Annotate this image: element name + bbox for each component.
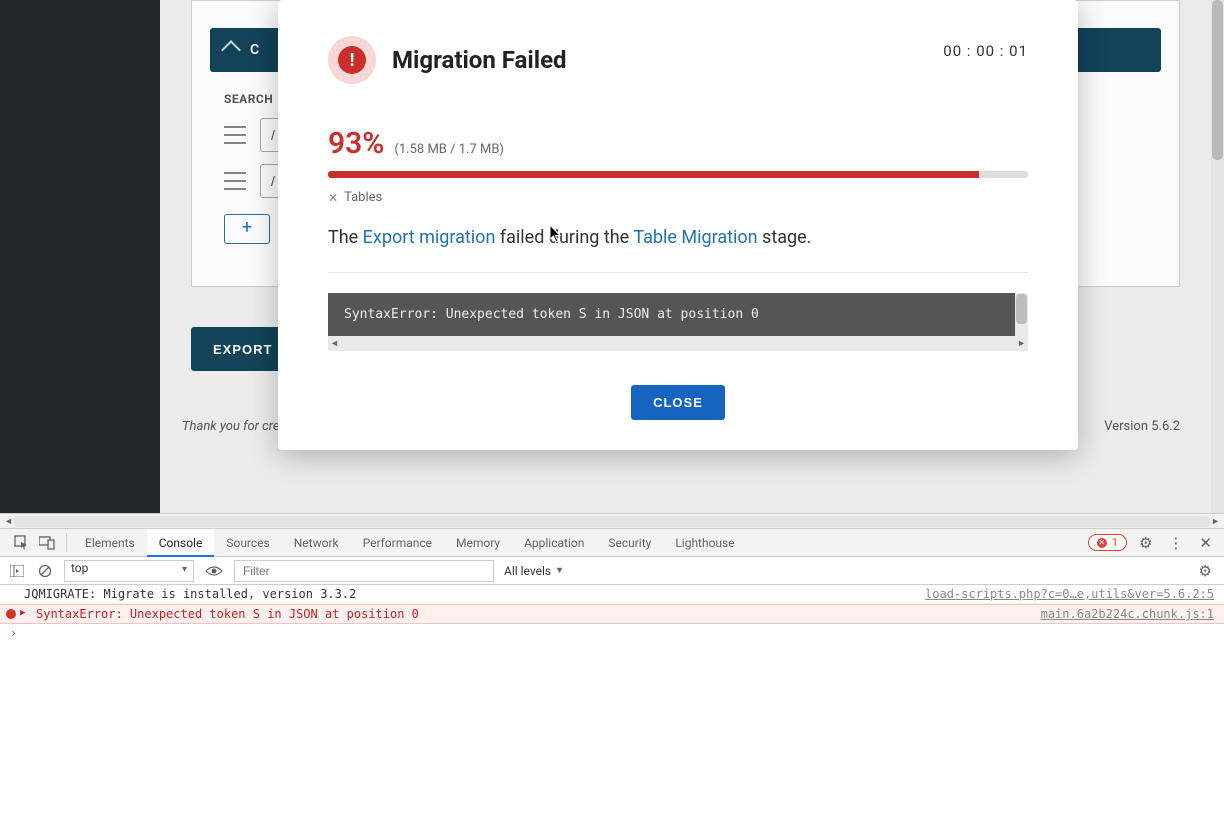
error-count: 1 xyxy=(1112,536,1118,549)
log-source-link[interactable]: main.6a2b224c.chunk.js:1 xyxy=(1041,607,1214,621)
devtools-tab-lighthouse[interactable]: Lighthouse xyxy=(663,529,746,557)
console-error-row[interactable]: ▶SyntaxError: Unexpected token S in JSON… xyxy=(0,604,1224,624)
table-migration-link[interactable]: Table Migration xyxy=(633,227,757,248)
console-toolbar: top All levels▼ ⚙ xyxy=(0,557,1224,585)
error-dot-icon: ✕ xyxy=(1097,538,1107,548)
console-log[interactable]: JQMIGRATE: Migrate is installed, version… xyxy=(0,585,1224,642)
devtools-tab-memory[interactable]: Memory xyxy=(444,529,512,557)
inspect-icon[interactable] xyxy=(8,530,34,556)
progress-size: (1.58 MB / 1.7 MB) xyxy=(394,142,504,157)
devtools-tabbar: ElementsConsoleSourcesNetworkPerformance… xyxy=(0,529,1224,557)
failure-message: The Export migration failed during the T… xyxy=(328,225,1028,250)
close-button[interactable]: CLOSE xyxy=(631,385,725,420)
error-log-box: SyntaxError: Unexpected token S in JSON … xyxy=(328,293,1028,351)
elapsed-timer: 00 : 00 : 01 xyxy=(943,42,1028,60)
device-toggle-icon[interactable] xyxy=(34,530,60,556)
progress-percent: 93% xyxy=(328,126,384,161)
stage-label: Tables xyxy=(344,190,382,205)
error-count-pill[interactable]: ✕ 1 xyxy=(1088,534,1127,551)
clear-console-icon[interactable] xyxy=(36,562,54,580)
devtools-tab-elements[interactable]: Elements xyxy=(73,529,147,557)
stage-row: ✕ Tables xyxy=(328,190,1028,205)
log-message: SyntaxError: Unexpected token S in JSON … xyxy=(24,607,419,621)
devtools-tab-application[interactable]: Application xyxy=(512,529,596,557)
console-filter-input[interactable] xyxy=(234,560,494,582)
devtools-tab-performance[interactable]: Performance xyxy=(351,529,444,557)
settings-gear-icon[interactable]: ⚙ xyxy=(1135,534,1156,552)
console-settings-gear-icon[interactable]: ⚙ xyxy=(1195,562,1216,580)
console-sidebar-toggle-icon[interactable] xyxy=(8,562,26,580)
context-select[interactable]: top xyxy=(64,560,194,582)
export-migration-link[interactable]: Export migration xyxy=(363,227,496,248)
console-log-row[interactable]: JQMIGRATE: Migrate is installed, version… xyxy=(0,585,1224,604)
error-badge-icon: ! xyxy=(328,36,376,84)
x-icon: ✕ xyxy=(328,191,338,205)
migration-modal: ! Migration Failed 00 : 00 : 01 93% (1.5… xyxy=(278,0,1078,450)
log-vertical-scrollbar[interactable] xyxy=(1015,293,1028,341)
log-message: JQMIGRATE: Migrate is installed, version… xyxy=(24,587,356,601)
devtools-close-icon[interactable]: ✕ xyxy=(1195,534,1216,552)
kebab-menu-icon[interactable]: ⋮ xyxy=(1164,534,1187,552)
live-expression-icon[interactable] xyxy=(204,562,224,580)
devtools-panel: ElementsConsoleSourcesNetworkPerformance… xyxy=(0,528,1224,829)
devtools-tab-sources[interactable]: Sources xyxy=(214,529,281,557)
console-prompt[interactable]: › xyxy=(0,624,1224,642)
devtools-tab-console[interactable]: Console xyxy=(147,529,215,557)
progress-bar xyxy=(328,171,1028,178)
page-horizontal-scrollbar[interactable]: ◄► xyxy=(0,513,1224,528)
log-horizontal-scrollbar[interactable]: ◄► xyxy=(328,336,1028,351)
log-source-link[interactable]: load-scripts.php?c=0…e,utils&ver=5.6.2:5 xyxy=(925,587,1214,601)
error-log-text[interactable]: SyntaxError: Unexpected token S in JSON … xyxy=(328,293,1028,336)
log-levels-select[interactable]: All levels▼ xyxy=(504,564,564,578)
modal-title: Migration Failed xyxy=(392,46,567,74)
devtools-tab-security[interactable]: Security xyxy=(596,529,663,557)
devtools-tab-network[interactable]: Network xyxy=(282,529,351,557)
